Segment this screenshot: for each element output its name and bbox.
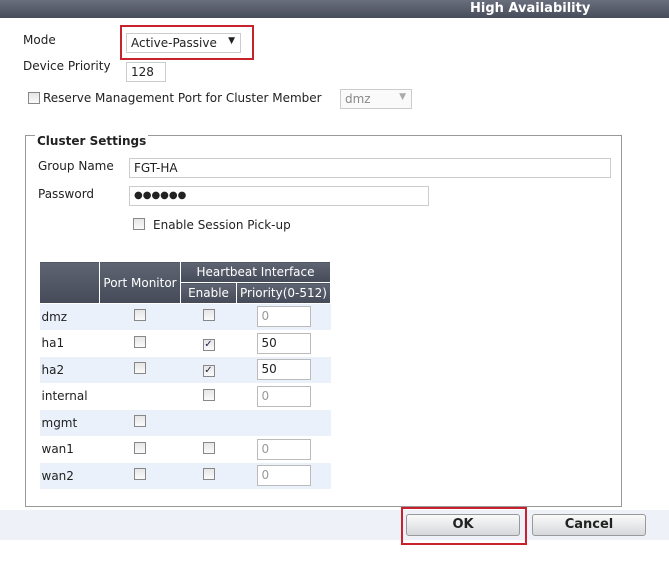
mode-label: Mode (23, 33, 56, 47)
chevron-down-icon: ▼ (399, 92, 406, 102)
interface-name: ha1 (39, 330, 100, 357)
group-name-input[interactable]: FGT-HA (129, 158, 611, 178)
interface-table: Port Monitor Heartbeat Interface Enable Pr… (39, 261, 331, 490)
table-row: ha1 ✓ 50 (39, 330, 331, 357)
heartbeat-enable-checkbox[interactable]: ✓ (202, 338, 215, 351)
port-monitor-checkbox[interactable] (134, 309, 146, 322)
port-monitor-checkbox[interactable] (134, 362, 146, 375)
heartbeat-enable-checkbox[interactable]: ✓ (202, 365, 215, 378)
port-monitor-checkbox[interactable] (134, 415, 146, 428)
interface-header (39, 261, 100, 304)
heartbeat-priority-input[interactable]: 50 (256, 359, 311, 381)
priority-header: Priority(0-512) (236, 282, 331, 304)
port-monitor-checkbox[interactable] (134, 468, 146, 481)
interface-name: wan1 (39, 436, 100, 463)
heartbeat-priority-input[interactable]: 0 (256, 465, 311, 487)
cancel-button[interactable]: Cancel (532, 514, 646, 536)
reserve-port-checkbox[interactable] (28, 92, 40, 104)
session-pickup-checkbox[interactable] (133, 218, 145, 230)
interface-name: wan2 (39, 462, 100, 490)
title-bar: High Availability (0, 0, 669, 18)
mode-value: Active-Passive (131, 36, 217, 50)
table-row: dmz 0 (39, 303, 331, 331)
ok-button[interactable]: OK (406, 514, 520, 536)
heartbeat-priority-input[interactable]: 50 (256, 332, 311, 354)
table-row: mgmt (39, 409, 331, 437)
session-pickup-label: Enable Session Pick-up (153, 218, 291, 232)
interface-name: ha2 (39, 356, 100, 384)
chevron-down-icon: ▼ (228, 36, 235, 46)
reserve-port-value: dmz (345, 92, 371, 106)
reserve-port-label: Reserve Management Port for Cluster Memb… (43, 91, 322, 105)
table-row: internal 0 (39, 383, 331, 410)
heartbeat-priority-input[interactable]: 0 (256, 385, 311, 407)
mode-select[interactable]: Active-Passive ▼ (126, 33, 241, 53)
heartbeat-enable-checkbox[interactable] (202, 388, 215, 401)
table-row: ha2 ✓ 50 (39, 356, 331, 384)
password-input[interactable]: ●●●●●● (129, 186, 429, 206)
reserve-port-select[interactable]: dmz ▼ (340, 89, 412, 109)
table-row: wan2 0 (39, 462, 331, 490)
port-monitor-checkbox[interactable] (134, 441, 146, 454)
cluster-settings-legend: Cluster Settings (35, 134, 149, 148)
page-title: High Availability (470, 1, 591, 16)
port-monitor-header: Port Monitor (99, 261, 181, 304)
interface-name: dmz (39, 303, 100, 331)
interface-name: internal (39, 383, 100, 410)
heartbeat-priority-input[interactable]: 0 (256, 306, 311, 328)
password-label: Password (38, 187, 95, 201)
heartbeat-header: Heartbeat Interface (180, 261, 331, 283)
interface-name: mgmt (39, 409, 100, 437)
device-priority-input[interactable]: 128 (126, 62, 166, 82)
heartbeat-enable-checkbox[interactable] (202, 468, 215, 481)
port-monitor-checkbox[interactable] (134, 335, 146, 348)
table-row: wan1 0 (39, 436, 331, 463)
heartbeat-enable-checkbox[interactable] (202, 441, 215, 454)
device-priority-label: Device Priority (23, 59, 111, 73)
heartbeat-priority-input[interactable]: 0 (256, 438, 311, 460)
enable-header: Enable (180, 282, 237, 304)
group-name-label: Group Name (38, 159, 114, 173)
heartbeat-enable-checkbox[interactable] (202, 309, 215, 322)
